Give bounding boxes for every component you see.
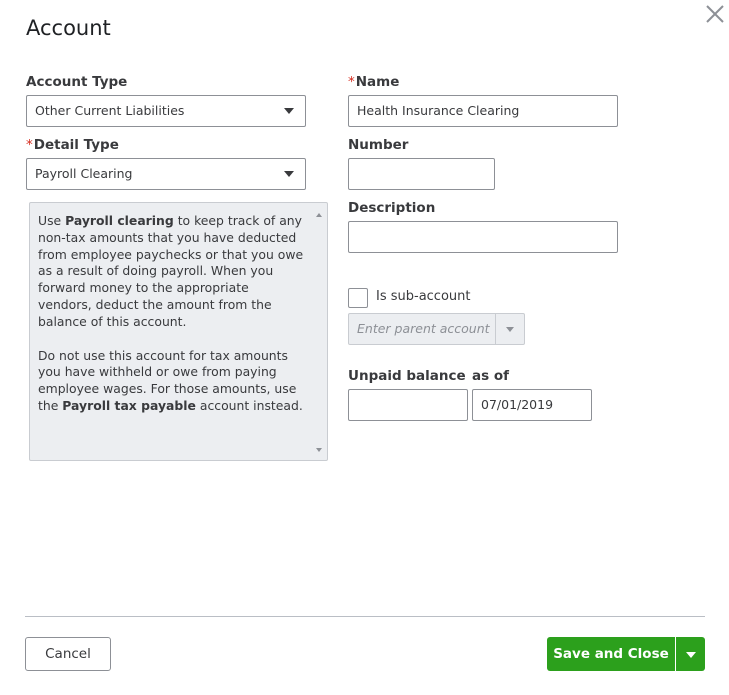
unpaid-balance-input[interactable] <box>348 389 468 421</box>
account-type-value: Other Current Liabilities <box>35 103 185 118</box>
required-marker: * <box>26 137 33 153</box>
detail-type-help[interactable]: Use Payroll clearing to keep track of an… <box>29 202 328 461</box>
name-label-text: Name <box>355 74 400 90</box>
description-input[interactable] <box>348 221 618 253</box>
detail-type-value: Payroll Clearing <box>35 166 133 181</box>
save-and-close-button[interactable]: Save and Close <box>547 637 675 671</box>
parent-account-select: Enter parent account <box>348 313 525 345</box>
description-label: Description <box>348 200 436 216</box>
detail-type-select[interactable]: Payroll Clearing <box>26 158 306 190</box>
account-type-label: Account Type <box>26 74 127 90</box>
as-of-date-input[interactable]: 07/01/2019 <box>472 389 592 421</box>
close-icon[interactable] <box>703 2 727 26</box>
help-paragraph-1: Use Payroll clearing to keep track of an… <box>38 213 305 331</box>
parent-account-placeholder: Enter parent account <box>357 321 490 336</box>
save-options-dropdown-button[interactable] <box>676 637 705 671</box>
account-type-label-text: Account Type <box>26 74 128 90</box>
scroll-down-arrow-icon[interactable] <box>316 448 322 452</box>
detail-type-label-text: Detail Type <box>33 137 119 153</box>
name-label: *Name <box>348 74 399 90</box>
unpaid-balance-label: Unpaid balance <box>348 368 466 384</box>
scroll-up-arrow-icon[interactable] <box>316 213 322 217</box>
chevron-down-icon <box>686 652 696 658</box>
dialog-title: Account <box>26 16 111 40</box>
number-label: Number <box>348 137 409 153</box>
as-of-label: as of <box>472 368 509 384</box>
sub-account-checkbox[interactable] <box>348 288 368 308</box>
chevron-down-icon <box>284 171 294 177</box>
footer-divider <box>25 616 705 617</box>
number-input[interactable] <box>348 158 495 190</box>
help-bold-term: Payroll clearing <box>65 213 174 228</box>
chevron-down-icon <box>506 327 514 332</box>
required-marker: * <box>348 74 355 90</box>
detail-type-label: *Detail Type <box>26 137 119 153</box>
help-text: to keep track of any non-tax amounts tha… <box>38 213 304 329</box>
help-text: account instead. <box>195 397 303 413</box>
help-paragraph-2: Do not use this account for tax amounts … <box>38 348 305 415</box>
chevron-down-icon <box>284 108 294 114</box>
cancel-button[interactable]: Cancel <box>25 637 111 671</box>
account-type-select[interactable]: Other Current Liabilities <box>26 95 306 127</box>
sub-account-label: Is sub-account <box>376 289 471 304</box>
select-divider <box>495 314 496 344</box>
help-text: Use <box>38 213 66 228</box>
help-bold-term: Payroll tax payable <box>62 397 196 413</box>
name-input[interactable]: Health Insurance Clearing <box>348 95 618 127</box>
